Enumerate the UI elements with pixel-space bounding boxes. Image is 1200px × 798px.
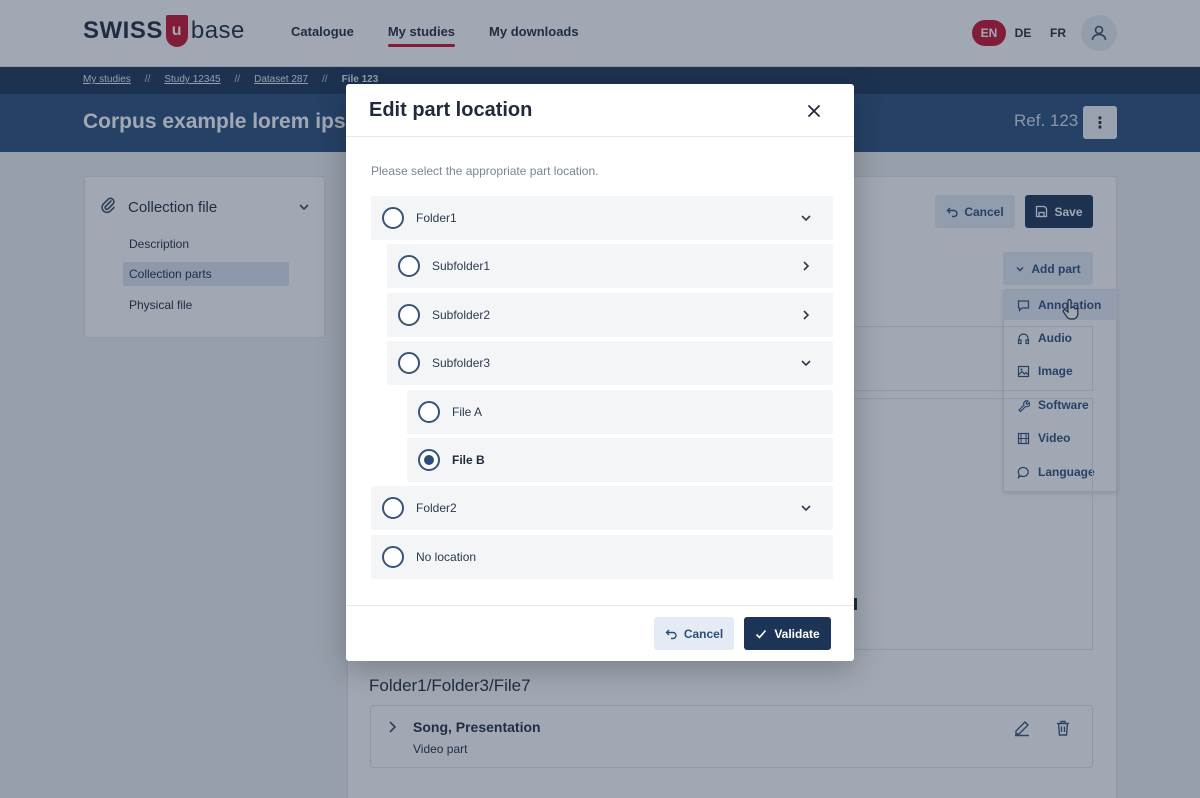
location-option[interactable]: Subfolder2 <box>387 293 833 337</box>
location-option-label: No location <box>416 550 477 564</box>
location-option-label: Subfolder1 <box>432 259 491 273</box>
undo-icon <box>665 629 677 639</box>
location-radio[interactable] <box>382 546 404 568</box>
location-radio[interactable] <box>398 304 420 326</box>
dialog-cancel-label: Cancel <box>683 626 724 641</box>
location-option-label: File B <box>452 453 485 467</box>
edit-part-location-dialog: Edit part location Please select the app… <box>346 84 854 661</box>
location-option[interactable]: File A <box>407 390 833 434</box>
location-radio[interactable] <box>418 401 440 423</box>
dialog-description: Please select the appropriate part locat… <box>371 164 599 178</box>
location-radio[interactable] <box>418 449 440 471</box>
location-option[interactable]: Folder2 <box>371 486 833 530</box>
location-option[interactable]: File B <box>407 438 833 482</box>
location-option-label: Folder1 <box>416 211 457 225</box>
check-icon <box>756 629 767 639</box>
chevron-down-icon[interactable] <box>799 211 813 225</box>
dialog-validate-button[interactable]: Validate <box>744 617 831 650</box>
dialog-title: Edit part location <box>369 99 533 121</box>
location-option[interactable]: No location <box>371 535 833 579</box>
location-radio[interactable] <box>382 207 404 229</box>
dialog-validate-label: Validate <box>774 626 820 641</box>
location-option[interactable]: Subfolder1 <box>387 244 833 288</box>
location-option[interactable]: Subfolder3 <box>387 341 833 385</box>
location-radio[interactable] <box>398 352 420 374</box>
dialog-divider <box>346 605 854 606</box>
dialog-cancel-button[interactable]: Cancel <box>654 617 734 650</box>
dialog-divider <box>346 136 854 137</box>
chevron-down-icon[interactable] <box>799 356 813 370</box>
location-option-label: Folder2 <box>416 501 457 515</box>
close-icon[interactable] <box>806 103 822 119</box>
location-option-label: Subfolder3 <box>432 356 491 370</box>
chevron-right-icon[interactable] <box>799 259 813 273</box>
location-option-label: File A <box>452 405 483 419</box>
chevron-right-icon[interactable] <box>799 308 813 322</box>
chevron-down-icon[interactable] <box>799 501 813 515</box>
location-option[interactable]: Folder1 <box>371 196 833 240</box>
location-radio[interactable] <box>398 255 420 277</box>
location-option-label: Subfolder2 <box>432 308 491 322</box>
location-radio[interactable] <box>382 497 404 519</box>
